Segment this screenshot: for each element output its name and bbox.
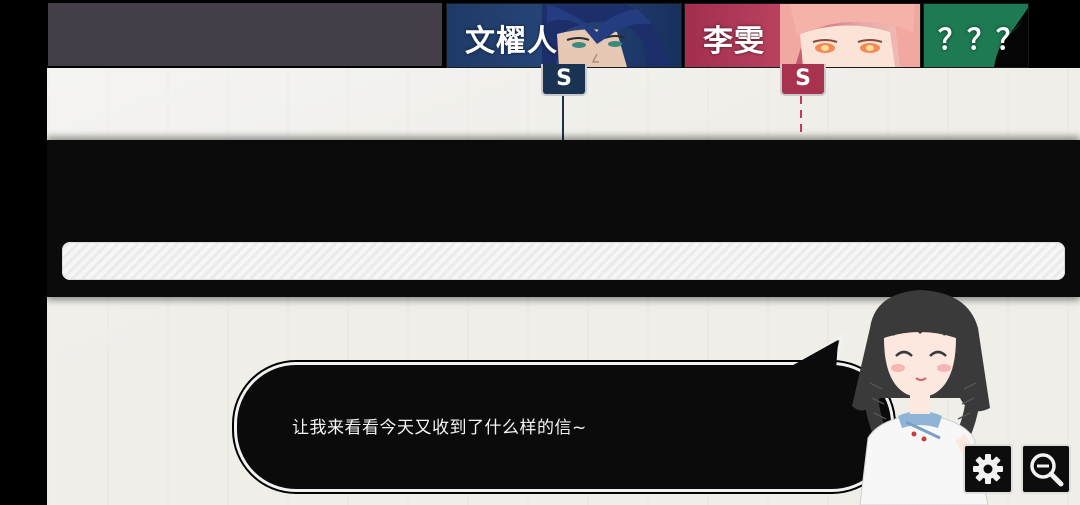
gear-icon [973,454,1003,484]
zoom-out-button[interactable] [1021,444,1071,494]
game-screen: 文櫂人 李雯 ？？？ S S 让我来看看今天又收到了什么样的信~ [0,0,1080,505]
dialogue-text: 让我来看看今天又收到了什么样的信~ [292,418,587,438]
zoom-out-icon [1030,453,1064,487]
settings-button[interactable] [963,444,1013,494]
